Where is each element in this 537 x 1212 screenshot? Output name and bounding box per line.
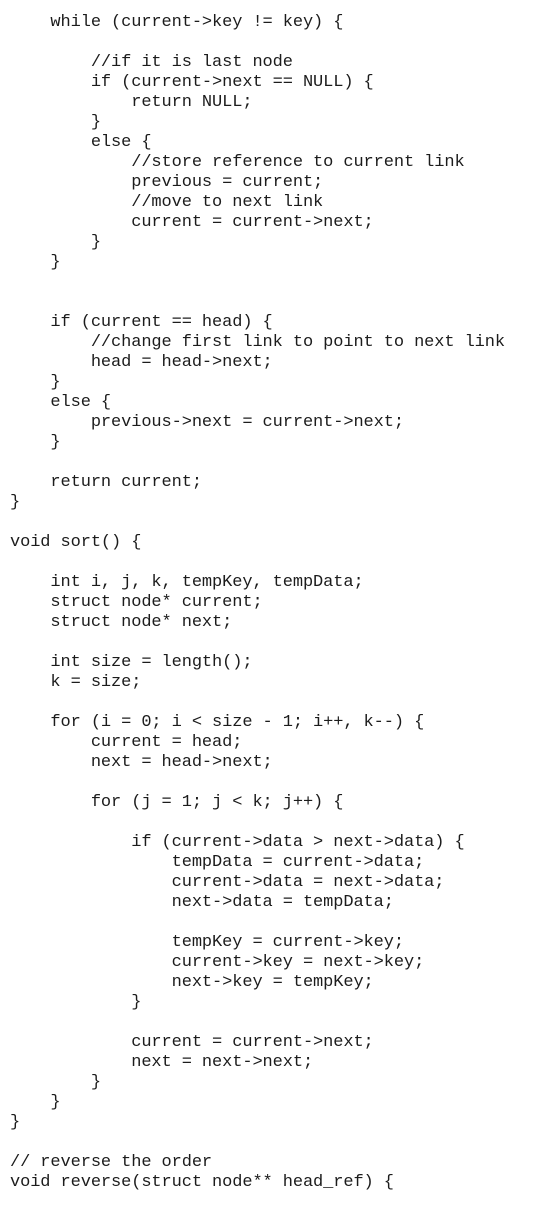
code-line: // reverse the order: [10, 1153, 213, 1172]
code-line: }: [10, 493, 21, 512]
code-block: while (current->key != key) { //if it is…: [10, 13, 505, 1193]
code-line: }: [10, 1113, 21, 1132]
code-line: current = current->next;: [10, 1033, 374, 1052]
code-line: previous = current;: [10, 173, 324, 192]
code-line: next = head->next;: [10, 753, 273, 772]
code-line: void reverse(struct node** head_ref) {: [10, 1173, 394, 1192]
code-line: //move to next link: [10, 193, 324, 212]
code-line: while (current->key != key) {: [10, 13, 344, 32]
code-line: if (current->next == NULL) {: [10, 73, 374, 92]
code-line: }: [10, 433, 61, 452]
code-line: }: [10, 113, 101, 132]
code-line: for (j = 1; j < k; j++) {: [10, 793, 344, 812]
code-line: tempData = current->data;: [10, 853, 425, 872]
code-line: }: [10, 1073, 101, 1092]
code-line: }: [10, 993, 142, 1012]
code-line: next->key = tempKey;: [10, 973, 374, 992]
code-line: struct node* next;: [10, 613, 233, 632]
code-line: }: [10, 1093, 61, 1112]
code-line: struct node* current;: [10, 593, 263, 612]
code-line: current = head;: [10, 733, 243, 752]
code-line: return NULL;: [10, 93, 253, 112]
code-line: next = next->next;: [10, 1053, 314, 1072]
code-line: else {: [10, 133, 152, 152]
code-line: tempKey = current->key;: [10, 933, 404, 952]
code-line: //store reference to current link: [10, 153, 465, 172]
code-line: for (i = 0; i < size - 1; i++, k--) {: [10, 713, 425, 732]
code-line: return current;: [10, 473, 202, 492]
code-line: //change first link to point to next lin…: [10, 333, 505, 352]
code-line: int size = length();: [10, 653, 253, 672]
code-line: head = head->next;: [10, 353, 273, 372]
code-line: }: [10, 373, 61, 392]
code-line: current = current->next;: [10, 213, 374, 232]
code-line: int i, j, k, tempKey, tempData;: [10, 573, 364, 592]
code-line: k = size;: [10, 673, 142, 692]
code-line: previous->next = current->next;: [10, 413, 404, 432]
code-line: }: [10, 233, 101, 252]
code-line: }: [10, 253, 61, 272]
code-line: current->key = next->key;: [10, 953, 425, 972]
code-line: next->data = tempData;: [10, 893, 394, 912]
code-line: current->data = next->data;: [10, 873, 445, 892]
code-line: //if it is last node: [10, 53, 293, 72]
code-line: if (current == head) {: [10, 313, 273, 332]
code-line: else {: [10, 393, 112, 412]
code-line: if (current->data > next->data) {: [10, 833, 465, 852]
code-line: void sort() {: [10, 533, 142, 552]
